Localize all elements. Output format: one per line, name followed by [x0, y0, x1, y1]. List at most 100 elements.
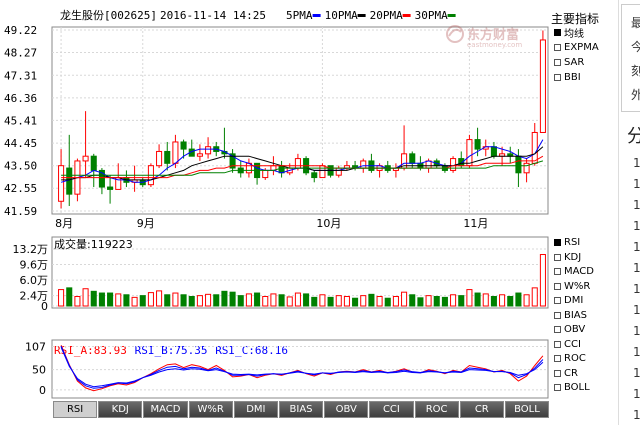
- sub-indicator-obv[interactable]: OBV: [554, 323, 585, 336]
- tab-obv[interactable]: OBV: [324, 401, 369, 418]
- price-tick-label: 49.22: [4, 24, 37, 37]
- tab-boll[interactable]: BOLL: [504, 401, 550, 418]
- volume-bar: [98, 292, 105, 307]
- tab-cci[interactable]: CCI: [369, 401, 414, 418]
- volume-bar: [507, 296, 514, 307]
- right-info-panel: 最今刻外 分 1 1 1 1 1 1 1 1 1 1 1 1 1: [618, 0, 640, 425]
- tab-kdj[interactable]: KDJ: [98, 401, 143, 418]
- volume-bar: [229, 291, 236, 307]
- eastmoney-logo: 东方财富 eastmoney.com: [445, 24, 555, 56]
- main-indicator-[interactable]: 均线: [554, 26, 584, 40]
- indicator-label: 均线: [564, 29, 584, 40]
- volume-bar: [401, 291, 408, 307]
- month-label: 10月: [316, 217, 341, 230]
- sub-indicator-cr[interactable]: CR: [554, 367, 578, 380]
- indicator-label: EXPMA: [564, 42, 599, 53]
- right-info-number: 1: [633, 324, 640, 338]
- volume-bar: [90, 290, 97, 307]
- right-info-number: 1: [633, 219, 640, 233]
- volume-bar: [286, 296, 293, 307]
- volume-bar: [115, 293, 122, 307]
- sub-indicator-rsi[interactable]: RSI: [554, 236, 580, 249]
- tab-cr[interactable]: CR: [459, 401, 504, 418]
- volume-bar: [262, 296, 269, 307]
- volume-bar: [409, 294, 416, 307]
- candle-body: [66, 167, 73, 195]
- price-tick-label: 46.36: [4, 92, 37, 105]
- main-indicator-sar[interactable]: SAR: [554, 56, 584, 69]
- volume-bar: [343, 296, 350, 307]
- main-indicator-expma[interactable]: EXPMA: [554, 41, 599, 54]
- volume-bar: [417, 297, 424, 307]
- volume-bar: [278, 294, 285, 307]
- volume-bar: [335, 295, 342, 307]
- candle-body: [466, 139, 473, 167]
- volume-tick-label: 6.0万: [20, 274, 49, 287]
- sub-indicator-dmi[interactable]: DMI: [554, 294, 583, 307]
- candle-body: [515, 155, 522, 174]
- volume-bar: [515, 292, 522, 307]
- right-info-number: 1: [633, 408, 640, 422]
- price-tick-label: 42.55: [4, 182, 37, 195]
- right-info-item: 外: [631, 86, 640, 103]
- right-info-item: 今: [631, 38, 640, 55]
- right-info-number: 1: [633, 387, 640, 401]
- candle-body: [294, 158, 301, 169]
- tab-macd[interactable]: MACD: [143, 401, 188, 418]
- volume-bar: [156, 290, 163, 307]
- checkbox-icon: [554, 369, 561, 377]
- candle-body: [360, 160, 367, 169]
- stock-chart: 龙生股份[002625] 2016-11-14 14:25 5PMA 10PMA 20P…: [4, 8, 549, 399]
- sub-indicator-macd[interactable]: MACD: [554, 265, 594, 278]
- volume-bar: [213, 294, 220, 307]
- tab-roc[interactable]: ROC: [414, 401, 459, 418]
- volume-bar: [58, 289, 65, 307]
- volume-bar: [425, 295, 432, 307]
- candle-body: [107, 186, 114, 190]
- checkbox-icon: [554, 311, 561, 319]
- tab-wr[interactable]: W%R: [188, 401, 233, 418]
- ma-legend-swatch: [357, 14, 366, 17]
- tab-rsi[interactable]: RSI: [53, 401, 98, 418]
- main-indicator-bbi[interactable]: BBI: [554, 71, 581, 84]
- checkbox-icon: [554, 384, 561, 391]
- volume-bar: [376, 296, 383, 307]
- candle-body: [180, 141, 187, 150]
- sub-indicator-boll[interactable]: BOLL: [554, 381, 590, 394]
- stock-title: 龙生股份[002625]: [60, 8, 157, 22]
- right-info-number: 1: [633, 177, 640, 191]
- checkbox-icon: [554, 326, 561, 333]
- indicator-label: SAR: [564, 57, 585, 68]
- checkbox-icon: [554, 282, 561, 290]
- checkbox-icon: [554, 59, 561, 66]
- right-info-number: 1: [633, 156, 640, 170]
- volume-bar: [205, 293, 212, 307]
- indicator-label: CR: [564, 367, 578, 379]
- volume-bar: [188, 296, 195, 307]
- candle-body: [409, 153, 416, 164]
- ma-legend-label: 10PMA: [325, 9, 358, 22]
- right-info-number: 1: [633, 303, 640, 317]
- volume-bar: [107, 292, 114, 307]
- candle-body: [311, 172, 318, 179]
- price-tick-label: 47.31: [4, 69, 37, 82]
- checkbox-icon: [554, 268, 561, 275]
- sub-indicator-kdj[interactable]: KDJ: [554, 251, 581, 264]
- indicator-label: ROC: [564, 353, 586, 364]
- sub-indicator-roc[interactable]: ROC: [554, 352, 586, 365]
- sub-indicator-cci[interactable]: CCI: [554, 338, 581, 351]
- candle-body: [278, 165, 285, 174]
- indicator-label: CCI: [564, 338, 581, 350]
- volume-bar: [482, 293, 489, 307]
- right-info-number: 1: [633, 282, 640, 296]
- sub-indicator-bias[interactable]: BIAS: [554, 309, 587, 322]
- candle-body: [450, 158, 457, 171]
- price-tick-label: 41.59: [4, 205, 37, 218]
- candle-body: [172, 141, 179, 164]
- volume-bar: [499, 294, 506, 307]
- tab-dmi[interactable]: DMI: [233, 401, 278, 418]
- sub-indicator-wr[interactable]: W%R: [554, 280, 590, 293]
- checkbox-icon: [554, 355, 561, 362]
- price-tick-label: 45.41: [4, 114, 37, 127]
- tab-bias[interactable]: BIAS: [278, 401, 324, 418]
